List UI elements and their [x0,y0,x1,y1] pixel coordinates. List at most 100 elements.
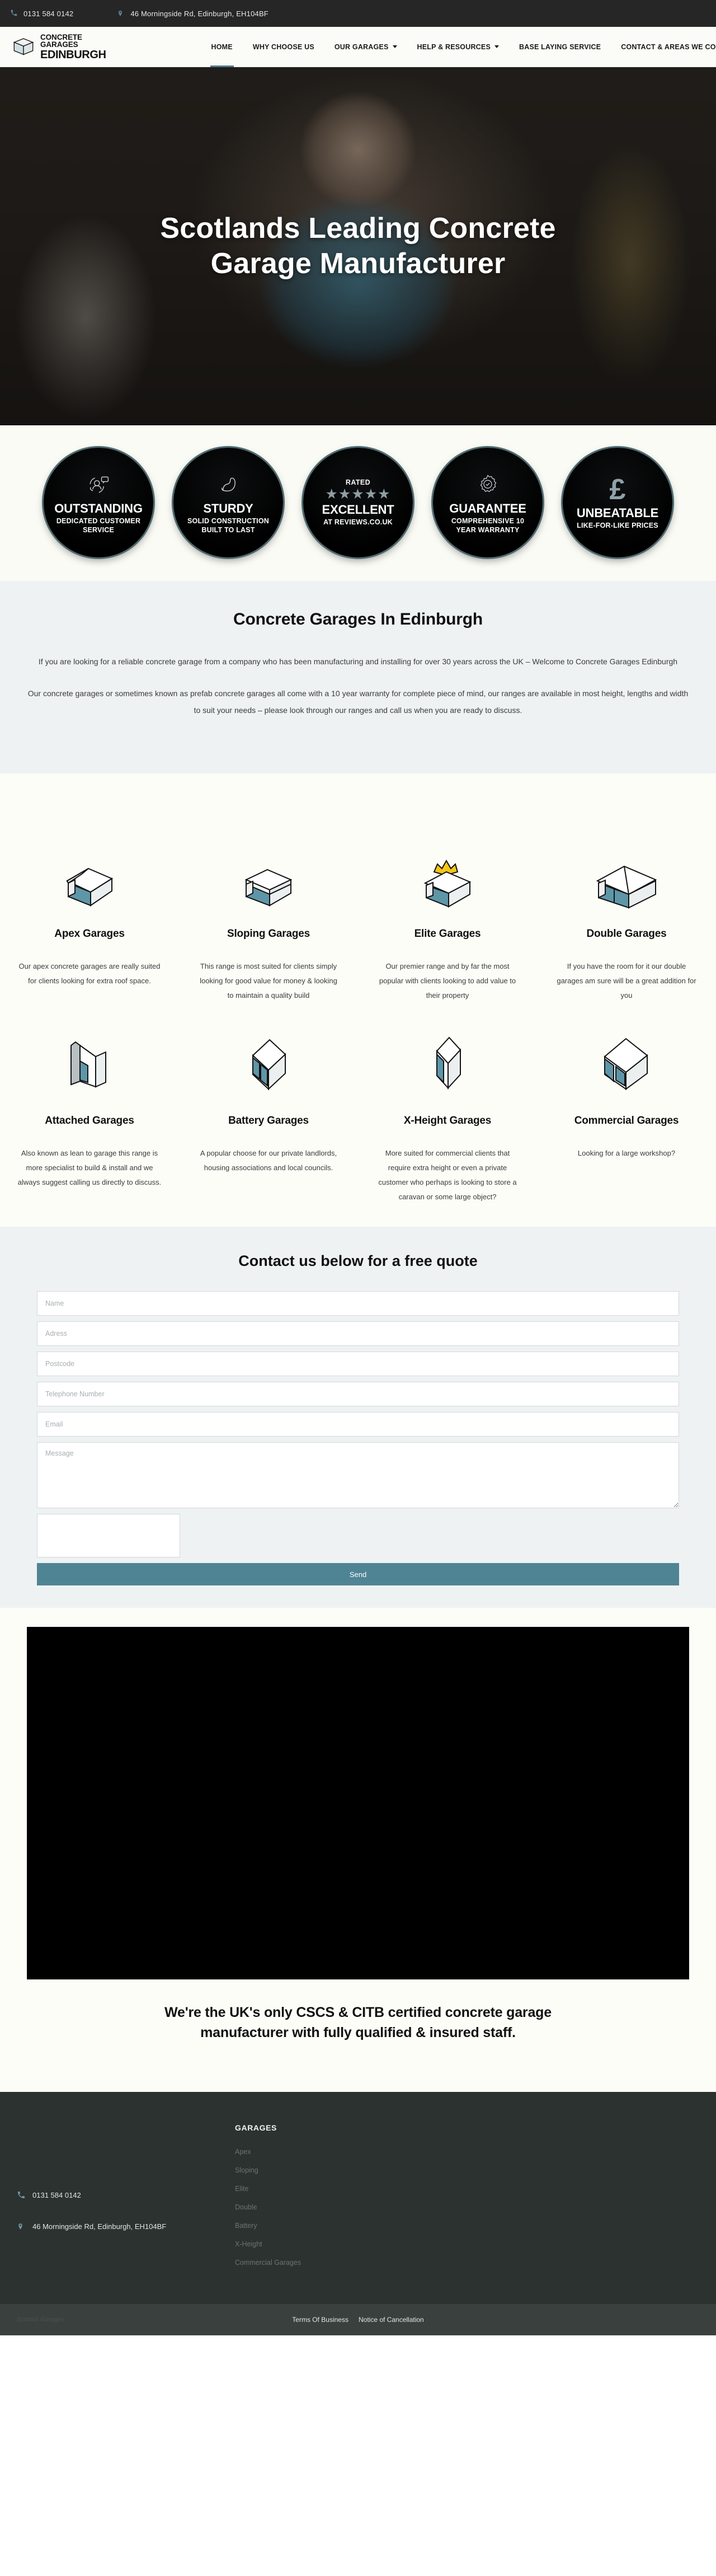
footer-link-double[interactable]: Double [235,2203,403,2211]
x-height-garage-icon [375,1032,520,1100]
phone-icon [10,9,18,18]
nav-item-base-laying-service[interactable]: BASE LAYING SERVICE [509,27,611,67]
footer-link-elite[interactable]: Elite [235,2185,403,2193]
brand-logo[interactable]: CONCRETE GARAGES EDINBURGH [12,32,106,61]
five-stars-icon: ★★★★★ [325,486,391,503]
badge-title: UNBEATABLE [576,505,659,520]
terms-of-business-link[interactable]: Terms Of Business [292,2316,348,2324]
nav-item-why-choose-us[interactable]: WHY CHOOSE US [243,27,324,67]
product-card-commercial[interactable]: Commercial Garages Looking for a large w… [537,1032,716,1204]
cscs-line1: We're the UK's only CSCS & CITB certifie… [164,2005,552,2021]
attached-garage-icon [17,1032,162,1100]
badge-unbeatable[interactable]: £ UNBEATABLE LIKE-FOR-LIKE PRICES [563,448,672,557]
topbar-phone-text: 0131 584 0142 [23,9,74,18]
product-card-apex[interactable]: Apex Garages Our apex concrete garages a… [0,845,179,1003]
footer-link-apex[interactable]: Apex [235,2148,403,2156]
map-pin-icon [117,9,125,18]
badge-sub: AT REVIEWS.CO.UK [323,518,393,526]
telephone-input[interactable] [37,1382,679,1407]
cscs-statement: We're the UK's only CSCS & CITB certifie… [0,1979,716,2092]
badge-excellent[interactable]: RATED ★★★★★ EXCELLENT AT REVIEWS.CO.UK [303,448,413,557]
captcha-widget[interactable] [37,1514,180,1558]
badge-title: EXCELLENT [322,502,394,517]
video-section: We're the UK's only CSCS & CITB certifie… [0,1608,716,2092]
promo-video-player[interactable] [27,1627,689,1980]
intro-section: Concrete Garages In Edinburgh If you are… [0,581,716,774]
commercial-garage-icon [554,1032,699,1100]
nav-item-home[interactable]: HOME [201,27,243,67]
product-card-double[interactable]: Double Garages If you have the room for … [537,845,716,1003]
footer-phone[interactable]: 0131 584 0142 [17,2190,235,2199]
postcode-input[interactable] [37,1352,679,1377]
hero-title-line1: Scotlands Leading Concrete [160,212,556,245]
intro-paragraph-1: If you are looking for a reliable concre… [38,657,678,666]
pound-glyph: £ [609,473,626,506]
footer-address[interactable]: 46 Morningside Rd, Edinburgh, EH104BF [17,2222,235,2231]
contact-form-section: Contact us below for a free quote Send [0,1227,716,1608]
product-title: Battery Garages [228,1115,309,1127]
badge-guarantee[interactable]: GUARANTEE COMPREHENSIVE 10 YEAR WARRANTY [433,448,543,557]
product-card-sloping[interactable]: Sloping Garages This range is most suite… [179,845,358,1003]
nav-label: CONTACT & AREAS WE COVER [621,43,716,51]
nav-item-help-resources[interactable]: HELP & RESOURCES [407,27,509,67]
product-card-elite[interactable]: Elite Garages Our premier range and by f… [358,845,537,1003]
elite-garage-crown-icon [375,845,520,913]
badge-title: GUARANTEE [449,501,526,515]
send-button[interactable]: Send [37,1563,679,1586]
garage-cube-logo-icon [12,36,35,58]
message-textarea[interactable] [37,1442,679,1509]
product-desc: Also known as lean to garage this range … [17,1149,162,1187]
product-card-battery[interactable]: Battery Garages A popular choose for our… [179,1032,358,1204]
hero-content: Scotlands Leading Concrete Garage Manufa… [84,211,632,282]
address-input[interactable] [37,1321,679,1346]
garage-row-2: Attached Garages Also known as lean to g… [0,1032,716,1204]
email-input[interactable] [37,1412,679,1437]
chevron-down-icon [494,45,499,48]
badge-title: STURDY [203,501,253,515]
topbar-phone[interactable]: 0131 584 0142 [10,9,73,18]
badge-title: OUTSTANDING [54,501,143,515]
brand-text: CONCRETE GARAGES EDINBURGH [40,32,106,61]
product-desc: Our premier range and by far the most po… [379,962,516,1000]
nav-item-contact-areas[interactable]: CONTACT & AREAS WE COVER [611,27,716,67]
badge-sub: SOLID CONSTRUCTION BUILT TO LAST [187,517,269,534]
apex-garage-icon [17,845,162,913]
main-navigation: HOME WHY CHOOSE US OUR GARAGES HELP & RE… [201,27,716,67]
nav-label: HOME [211,43,233,51]
product-desc: A popular choose for our private landlor… [200,1149,337,1172]
notice-of-cancellation-link[interactable]: Notice of Cancellation [359,2316,424,2324]
footer-contact: 0131 584 0142 46 Morningside Rd, Edinbur… [0,2123,235,2277]
product-title: Apex Garages [54,928,125,940]
footer-link-sloping[interactable]: Sloping [235,2166,403,2174]
garage-row-1: Apex Garages Our apex concrete garages a… [0,845,716,1003]
footer-garages-column: GARAGES Apex Sloping Elite Double Batter… [235,2123,403,2277]
top-contact-bar: 0131 584 0142 46 Morningside Rd, Edinbur… [0,0,716,27]
brand-line1: CONCRETE GARAGES [40,32,82,49]
product-title: Attached Garages [45,1115,134,1127]
hero-title-line2: Garage Manufacturer [210,247,506,280]
topbar-address-text: 46 Morningside Rd, Edinburgh, EH104BF [130,9,268,18]
name-input[interactable] [37,1291,679,1316]
badge-sub: LIKE-FOR-LIKE PRICES [577,522,658,530]
chevron-down-icon [392,45,397,48]
footer-phone-text: 0131 584 0142 [32,2190,81,2199]
badge-sub: DEDICATED CUSTOMER SERVICE [56,517,141,534]
nav-label: OUR GARAGES [334,43,389,51]
topbar-address[interactable]: 46 Morningside Rd, Edinburgh, EH104BF [117,9,268,18]
legal-links: Terms Of Business Notice of Cancellation [0,2316,716,2324]
product-title: Commercial Garages [574,1115,679,1127]
contact-form: Send [37,1291,679,1586]
badge-outstanding[interactable]: OUTSTANDING DEDICATED CUSTOMER SERVICE [44,448,153,557]
product-title: Sloping Garages [227,928,310,940]
nav-item-our-garages[interactable]: OUR GARAGES [324,27,407,67]
product-card-attached[interactable]: Attached Garages Also known as lean to g… [0,1032,179,1204]
badge-sturdy[interactable]: STURDY SOLID CONSTRUCTION BUILT TO LAST [173,448,283,557]
footer-link-battery[interactable]: Battery [235,2222,403,2230]
intro-paragraph-2: Our concrete garages or sometimes known … [27,689,689,715]
product-card-x-height[interactable]: X-Height Garages More suited for commerc… [358,1032,537,1204]
footer-link-commercial[interactable]: Commercial Garages [235,2259,403,2267]
footer-link-x-height[interactable]: X-Height [235,2240,403,2248]
bottom-bar: Scottish Garages Terms Of Business Notic… [0,2304,716,2336]
brand-line2: EDINBURGH [40,48,106,61]
intro-heading: Concrete Garages In Edinburgh [233,610,483,628]
